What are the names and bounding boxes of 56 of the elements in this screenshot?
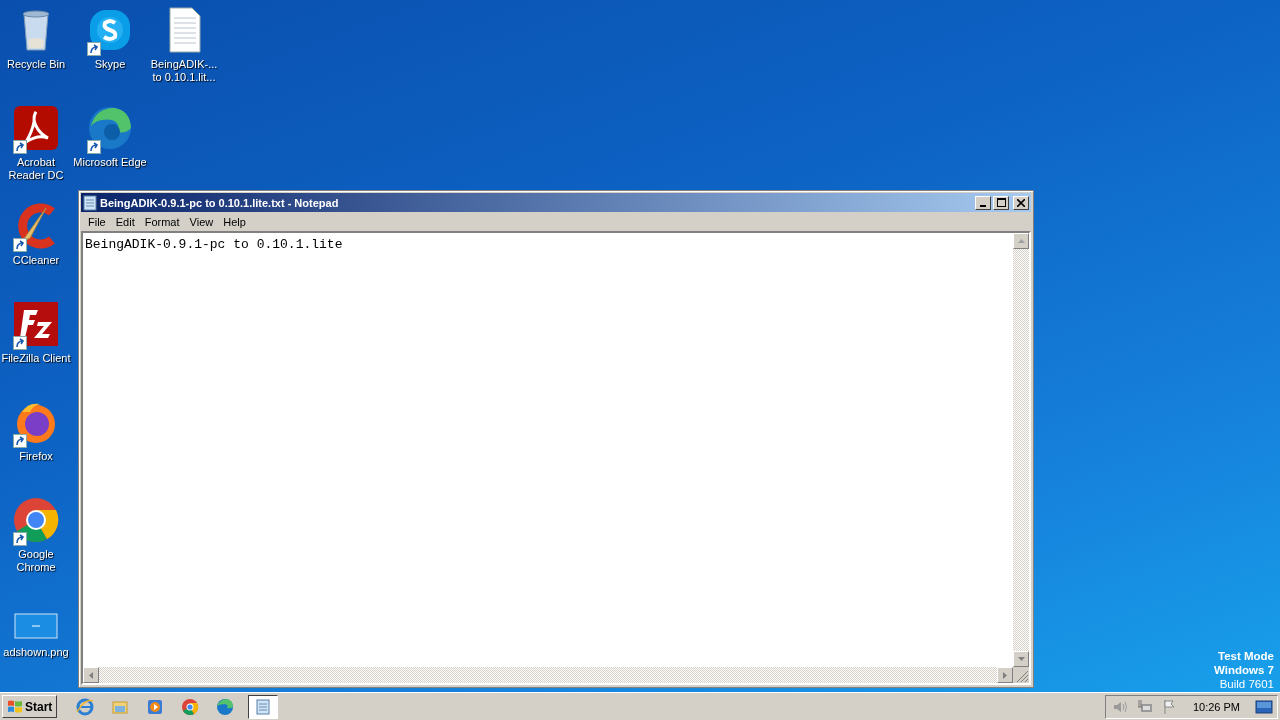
icon-label[interactable]: Microsoft Edge <box>73 156 147 169</box>
maximize-icon <box>996 198 1006 207</box>
window-title: BeingADIK-0.9.1-pc to 0.10.1.lite.txt - Notepad <box>100 196 340 209</box>
icon-label[interactable]: Acrobat Reader DC <box>8 156 64 182</box>
up-arrow-icon[interactable] <box>1017 239 1025 243</box>
horizontal-scrollbar[interactable] <box>83 667 1013 683</box>
windows-logo-icon <box>7 698 23 715</box>
notepad-icon <box>83 194 97 211</box>
notepad-taskbar-button[interactable] <box>248 694 279 719</box>
document-text: BeingADIK-0.9.1-pc to 0.10.1.lite <box>85 237 343 252</box>
minimize-button[interactable] <box>975 195 991 210</box>
system-notice: Test Mode <box>1218 649 1274 663</box>
icon-label[interactable]: Skype <box>94 58 126 71</box>
icon-label[interactable]: CCleaner <box>12 254 60 267</box>
clock[interactable]: 10:26 PM <box>1192 700 1240 713</box>
media-player-icon <box>146 697 165 716</box>
start-button[interactable]: Start <box>2 695 58 718</box>
menu-item[interactable]: Format <box>139 215 185 228</box>
shortcut-arrow-icon <box>13 434 27 448</box>
shortcut-arrow-icon <box>87 42 101 56</box>
edge-icon[interactable] <box>86 104 134 152</box>
network-icon[interactable] <box>1136 698 1153 715</box>
shortcut-arrow-icon <box>87 140 101 154</box>
shortcut-arrow-icon <box>13 532 27 546</box>
menu-item[interactable]: Help <box>218 215 251 228</box>
shortcut-arrow-icon <box>13 336 27 350</box>
down-arrow-icon[interactable] <box>1017 657 1025 661</box>
shortcut-arrow-icon <box>13 238 27 252</box>
text-editor[interactable]: BeingADIK-0.9.1-pc to 0.10.1.lite <box>83 233 1013 667</box>
edge-icon <box>216 697 235 716</box>
left-arrow-icon[interactable] <box>89 671 93 679</box>
filezilla-icon[interactable] <box>12 300 60 348</box>
system-notice: Windows 7 <box>1214 663 1274 677</box>
right-arrow-icon[interactable] <box>1003 671 1007 679</box>
internet-explorer-icon <box>76 697 95 716</box>
close-icon <box>1017 198 1025 207</box>
maximize-button[interactable] <box>993 195 1009 210</box>
show-desktop-icon[interactable] <box>1255 698 1273 715</box>
icon-label[interactable]: Firefox <box>19 450 53 463</box>
system-notice: Build 7601 <box>1219 677 1274 691</box>
pdf-icon[interactable] <box>12 104 60 152</box>
chrome-icon[interactable] <box>12 496 60 544</box>
minimize-icon <box>980 204 986 207</box>
shortcut-arrow-icon <box>13 140 27 154</box>
icon-label[interactable]: BeingADIK-... to 0.10.1.lit... <box>150 58 218 84</box>
icon-label[interactable]: Recycle Bin <box>6 58 66 71</box>
vertical-scrollbar[interactable] <box>1013 233 1029 667</box>
icon-label[interactable]: FileZilla Client <box>1 352 71 365</box>
icon-label[interactable]: adshown.png <box>3 646 69 659</box>
menu-item[interactable]: Edit <box>110 215 140 228</box>
notepad-icon <box>254 697 273 716</box>
menu-item[interactable]: View <box>184 215 219 228</box>
menu-item[interactable]: File <box>83 215 111 228</box>
close-button[interactable] <box>1013 195 1029 210</box>
chrome-icon <box>181 697 200 716</box>
icon-label[interactable]: Google Chrome <box>16 548 56 574</box>
